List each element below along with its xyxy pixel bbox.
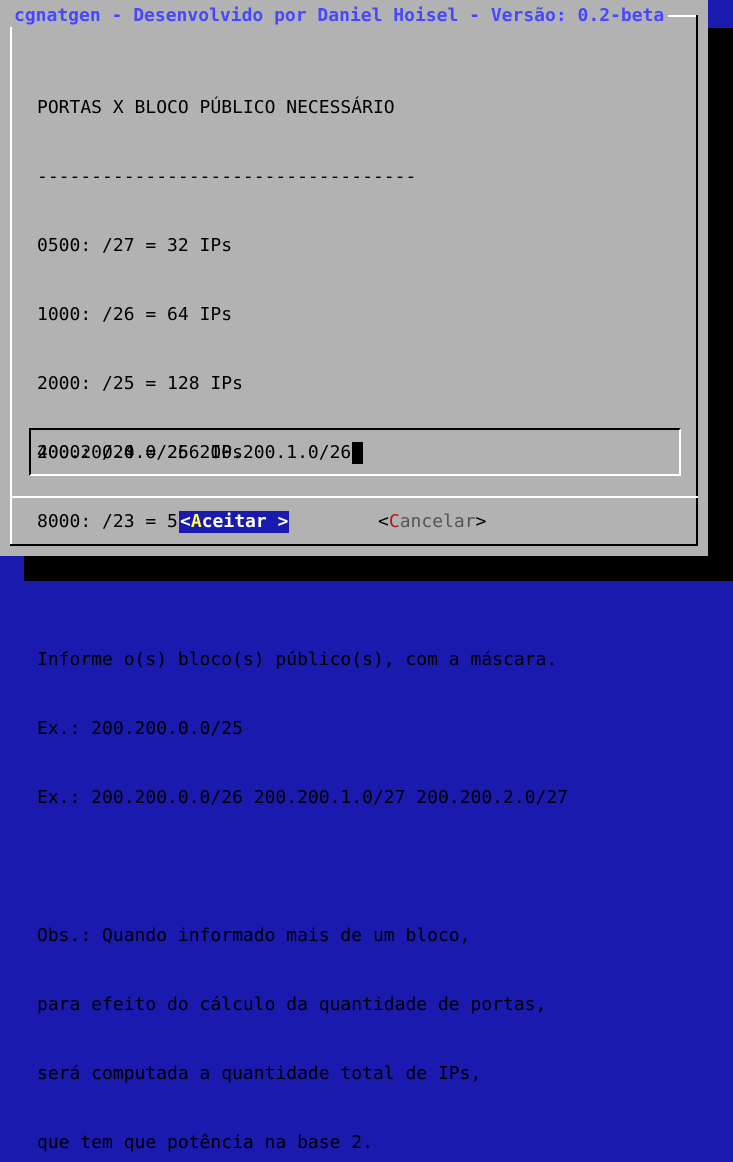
ip-block-input[interactable]: 200.200.0.0/26 200.200.1.0/26: [37, 441, 364, 465]
message-line: Informe o(s) bloco(s) público(s), com a …: [37, 649, 558, 670]
ip-block-input-value: 200.200.0.0/26 200.200.1.0/26: [37, 442, 352, 463]
accept-button-close-bracket: >: [266, 511, 289, 532]
message-line: será computada a quantidade total de IPs…: [37, 1063, 482, 1084]
dialog-title: cgnatgen - Desenvolvido por Daniel Hoise…: [10, 5, 669, 27]
dialog-message: PORTAS X BLOCO PÚBLICO NECESSÁRIO ------…: [37, 50, 568, 1162]
dialog-frame-left: [10, 15, 12, 546]
cancel-button-label: ancelar: [399, 511, 476, 532]
message-line: que tem que potência na base 2.: [37, 1132, 373, 1153]
accept-button-open-bracket: <: [180, 511, 191, 532]
input-dialog: cgnatgen - Desenvolvido por Daniel Hoise…: [0, 0, 708, 1153]
message-line: Ex.: 200.200.0.0/25: [37, 718, 243, 739]
accept-button-label: ceitar: [201, 511, 267, 532]
message-line: Ex.: 200.200.0.0/26 200.200.1.0/27 200.2…: [37, 787, 569, 808]
cancel-button-open-bracket: <: [378, 511, 389, 532]
cancel-button-hotkey: C: [388, 511, 400, 532]
message-line: 8000: /23 = 512 IPs: [37, 511, 243, 532]
message-line: [37, 579, 568, 602]
message-line: PORTAS X BLOCO PÚBLICO NECESSÁRIO: [37, 97, 395, 118]
message-line: 0500: /27 = 32 IPs: [37, 235, 233, 256]
cancel-button[interactable]: <Cancelar>: [378, 511, 486, 533]
message-line: 2000: /25 = 128 IPs: [37, 373, 243, 394]
message-line: para efeito do cálculo da quantidade de …: [37, 994, 547, 1015]
accept-button[interactable]: <Aceitar >: [179, 511, 290, 533]
message-line: 1000: /26 = 64 IPs: [37, 304, 233, 325]
message-line: [37, 855, 568, 878]
cancel-button-close-bracket: >: [475, 511, 487, 532]
message-line: Obs.: Quando informado mais de um bloco,: [37, 925, 471, 946]
text-cursor: [352, 442, 364, 464]
message-line: -----------------------------------: [37, 166, 417, 187]
accept-button-hotkey: A: [190, 511, 202, 532]
dialog-frame-right: [696, 15, 698, 546]
